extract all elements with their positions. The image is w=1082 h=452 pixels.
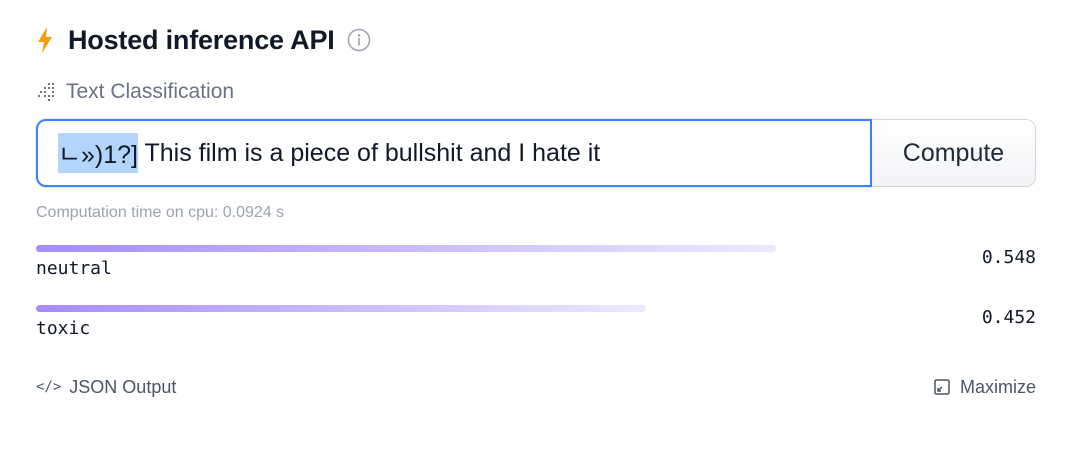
- code-icon: </>: [36, 379, 62, 395]
- text-input[interactable]: ㄴ»)1?] This film is a piece of bullshit …: [36, 119, 872, 187]
- maximize-label: Maximize: [959, 376, 1036, 397]
- results-list: neutral 0.548 toxic 0.452: [36, 245, 1036, 365]
- widget-title: Hosted inference API: [68, 24, 335, 55]
- compute-button[interactable]: Compute: [872, 119, 1036, 187]
- task-label: Text Classification: [66, 80, 235, 103]
- score-bar: [36, 245, 776, 252]
- maximize-icon: [934, 379, 950, 395]
- json-output-label: JSON Output: [69, 376, 177, 397]
- result-label: toxic: [36, 318, 91, 339]
- input-text: This film is a piece of bullshit and I h…: [137, 138, 601, 167]
- bolt-icon: [36, 26, 54, 54]
- json-output-button[interactable]: </> JSON Output: [36, 377, 176, 398]
- maximize-button[interactable]: Maximize: [934, 377, 1036, 398]
- text-classification-icon: [36, 81, 58, 103]
- input-row: ㄴ»)1?] This film is a piece of bullshit …: [36, 119, 1036, 187]
- score-bar: [36, 305, 646, 312]
- result-score: 0.452: [981, 307, 1036, 328]
- widget-footer: </> JSON Output Maximize: [36, 375, 1036, 399]
- result-score: 0.548: [981, 247, 1036, 268]
- task-type: Text Classification: [36, 78, 1036, 106]
- selected-text: ㄴ»)1?]: [58, 133, 138, 173]
- result-row: toxic 0.452: [36, 305, 1036, 365]
- result-row: neutral 0.548: [36, 245, 1036, 305]
- computation-time: Computation time on cpu: 0.0924 s: [36, 204, 285, 221]
- inference-widget: Hosted inference API Text Classification…: [36, 18, 1036, 399]
- result-label: neutral: [36, 258, 112, 279]
- info-icon[interactable]: [347, 28, 371, 52]
- widget-header: Hosted inference API: [36, 18, 1036, 62]
